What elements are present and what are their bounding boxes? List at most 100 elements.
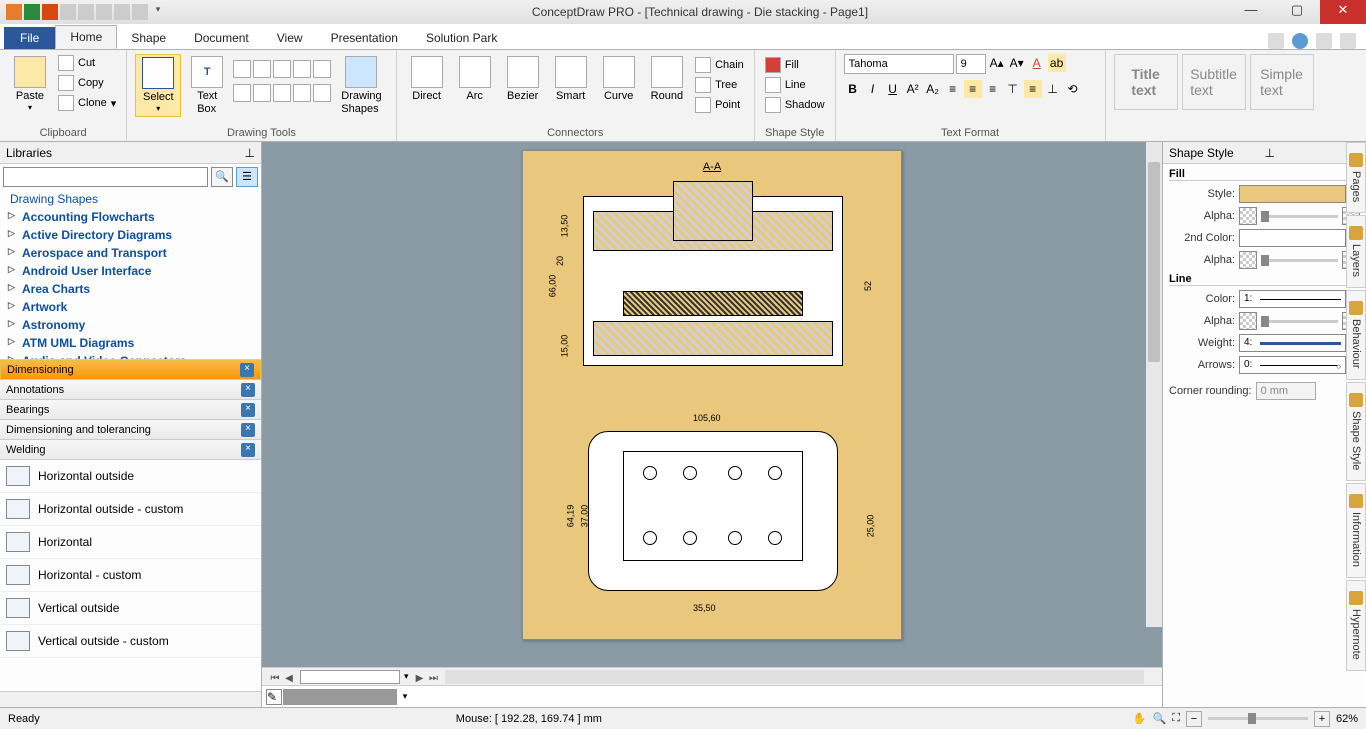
page-prev-icon[interactable]: ◀ <box>282 673 296 684</box>
line-alpha-slider[interactable] <box>1261 312 1338 330</box>
qat-icon-3[interactable] <box>42 4 58 20</box>
tree-item[interactable]: Active Directory Diagrams <box>0 226 261 244</box>
font-size-select[interactable] <box>956 54 986 74</box>
fit-page-icon[interactable]: ⛶ <box>1172 712 1180 725</box>
library-search-input[interactable] <box>3 167 208 187</box>
decrease-font-icon[interactable]: A▾ <box>1008 54 1026 72</box>
select-button[interactable]: Select▾ <box>135 54 181 117</box>
shape-tool-8[interactable] <box>273 84 291 102</box>
qat-icon-4[interactable] <box>60 4 76 20</box>
direct-button[interactable]: Direct <box>405 54 449 105</box>
valign-middle-icon[interactable]: ≡ <box>1024 80 1042 98</box>
page-last-icon[interactable]: ⏭ <box>427 673 441 684</box>
point-button[interactable]: Point <box>693 96 746 114</box>
shadow-button[interactable]: Shadow <box>763 96 827 114</box>
palette-picker-icon[interactable]: ✎ <box>266 689 282 705</box>
increase-font-icon[interactable]: A▴ <box>988 54 1006 72</box>
palette-more-icon[interactable]: ▾ <box>398 691 412 702</box>
pin-icon[interactable]: ⊥ <box>245 146 255 160</box>
clone-button[interactable]: Clone ▾ <box>56 94 118 112</box>
zoom-out-button[interactable]: − <box>1186 711 1202 727</box>
zoom-tool-icon[interactable]: 🔍 <box>1153 712 1167 725</box>
shape-tool-6[interactable] <box>233 84 251 102</box>
alpha-pattern-icon[interactable] <box>1239 312 1257 330</box>
page-tab[interactable] <box>300 670 400 684</box>
canvas-hscrollbar[interactable] <box>445 670 1144 684</box>
hand-tool-icon[interactable]: ✋ <box>1133 712 1147 725</box>
font-select[interactable] <box>844 54 954 74</box>
chain-button[interactable]: Chain <box>693 56 746 74</box>
drawing-shapes-button[interactable]: Drawing Shapes <box>335 54 387 118</box>
second-color-combo[interactable]: ▾ <box>1239 229 1360 247</box>
left-panel-scrollbar[interactable] <box>0 691 261 707</box>
maximize-button[interactable]: ▢ <box>1274 0 1320 24</box>
qat-dropdown-icon[interactable]: ▾ <box>150 4 166 20</box>
arc-button[interactable]: Arc <box>453 54 497 105</box>
subtitle-text-style[interactable]: Subtitle text <box>1182 54 1246 110</box>
shape-item[interactable]: Horizontal outside <box>0 460 261 493</box>
cat-annotations[interactable]: Annotations× <box>0 380 261 400</box>
tree-item[interactable]: Artwork <box>0 298 261 316</box>
qat-icon-8[interactable] <box>132 4 148 20</box>
qat-icon-5[interactable] <box>78 4 94 20</box>
title-text-style[interactable]: Title text <box>1114 54 1178 110</box>
qat-icon-1[interactable] <box>6 4 22 20</box>
cat-dim-tol[interactable]: Dimensioning and tolerancing× <box>0 420 261 440</box>
simple-text-style[interactable]: Simple text <box>1250 54 1314 110</box>
paste-button[interactable]: Paste▾ <box>8 54 52 115</box>
page-dropdown-icon[interactable]: ▾ <box>404 671 409 682</box>
close-icon[interactable]: × <box>241 443 255 457</box>
sidetab-behaviour[interactable]: Behaviour <box>1346 290 1366 380</box>
sidetab-pages[interactable]: Pages <box>1346 142 1366 213</box>
qat-icon-2[interactable] <box>24 4 40 20</box>
tree-item[interactable]: Astronomy <box>0 316 261 334</box>
page-first-icon[interactable]: ⏮ <box>268 673 282 684</box>
drawing-page[interactable]: A-A 13,50 20 66,00 15,00 52 105,60 64,19… <box>522 150 902 640</box>
home-tab[interactable]: Home <box>55 25 117 49</box>
shape-tab[interactable]: Shape <box>117 27 180 49</box>
tree-button[interactable]: Tree <box>693 76 746 94</box>
collapse-ribbon-icon[interactable] <box>1316 33 1332 49</box>
alpha-pattern-icon[interactable] <box>1239 251 1257 269</box>
file-tab[interactable]: File <box>4 27 55 49</box>
view-toggle-button[interactable]: ☰ <box>236 167 258 187</box>
help-icon[interactable] <box>1292 33 1308 49</box>
library-tree[interactable]: Drawing Shapes Accounting Flowcharts Act… <box>0 190 261 360</box>
shape-tool-4[interactable] <box>293 60 311 78</box>
italic-button[interactable]: I <box>864 80 882 98</box>
tree-item[interactable]: Accounting Flowcharts <box>0 208 261 226</box>
valign-bottom-icon[interactable]: ⊥ <box>1044 80 1062 98</box>
line-button[interactable]: Line <box>763 76 827 94</box>
font-color-icon[interactable]: A <box>1028 54 1046 72</box>
smart-button[interactable]: Smart <box>549 54 593 105</box>
view-tab[interactable]: View <box>263 27 317 49</box>
tree-item[interactable]: ATM UML Diagrams <box>0 334 261 352</box>
align-right-icon[interactable]: ≡ <box>984 80 1002 98</box>
search-button[interactable]: 🔍 <box>211 167 233 187</box>
curve-button[interactable]: Curve <box>597 54 641 105</box>
text-rotation-icon[interactable]: ⟲ <box>1064 80 1082 98</box>
copy-button[interactable]: Copy <box>56 74 118 92</box>
shape-tool-2[interactable] <box>253 60 271 78</box>
line-color-combo[interactable]: 1:▾ <box>1239 290 1360 308</box>
drawing-canvas[interactable]: A-A 13,50 20 66,00 15,00 52 105,60 64,19… <box>262 142 1162 667</box>
fill-style-combo[interactable]: ▾ <box>1239 185 1360 203</box>
tree-head[interactable]: Drawing Shapes <box>0 190 261 208</box>
document-tab[interactable]: Document <box>180 27 263 49</box>
cat-welding[interactable]: Welding× <box>0 440 261 460</box>
shape-item[interactable]: Horizontal <box>0 526 261 559</box>
sidetab-hypernote[interactable]: Hypernote <box>1346 580 1366 671</box>
ribbon-menu-icon[interactable] <box>1340 33 1356 49</box>
close-icon[interactable]: × <box>241 423 255 437</box>
round-button[interactable]: Round <box>645 54 689 105</box>
line-weight-combo[interactable]: 4:▾ <box>1239 334 1360 352</box>
close-button[interactable]: ✕ <box>1320 0 1366 24</box>
tree-item[interactable]: Aerospace and Transport <box>0 244 261 262</box>
qat-icon-6[interactable] <box>96 4 112 20</box>
cat-bearings[interactable]: Bearings× <box>0 400 261 420</box>
solution-park-tab[interactable]: Solution Park <box>412 27 511 49</box>
arrows-combo[interactable]: 0:○▾ <box>1239 356 1360 374</box>
tree-item[interactable]: Android User Interface <box>0 262 261 280</box>
underline-button[interactable]: U <box>884 80 902 98</box>
align-left-icon[interactable]: ≡ <box>944 80 962 98</box>
